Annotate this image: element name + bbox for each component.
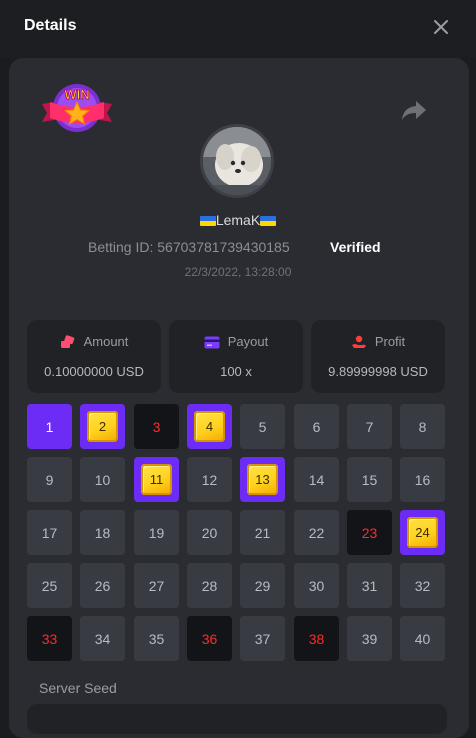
grid-cell-31[interactable]: 31 [347,563,392,608]
mines-grid: 1 2 3 4 5 6 7 8 9 10 11 12 13 14 15 16 17 18 19 20 21 22 23 24 2… [27,404,447,662]
gem-tile: 24 [407,517,438,548]
profit-value: 9.89999998 USD [328,364,428,379]
grid-cell-8[interactable]: 8 [400,404,445,449]
server-seed-field[interactable] [27,704,447,734]
betting-id-value: 56703781739430185 [157,239,290,255]
grid-cell-15[interactable]: 15 [347,457,392,502]
grid-cell-12[interactable]: 12 [187,457,232,502]
grid-cell-17[interactable]: 17 [27,510,72,555]
grid-cell-28[interactable]: 28 [187,563,232,608]
gem-tile: 4 [194,411,225,442]
gem-tile: 13 [247,464,278,495]
grid-cell-11[interactable]: 11 [134,457,179,502]
grid-cell-21[interactable]: 21 [240,510,285,555]
grid-cell-40[interactable]: 40 [400,616,445,661]
grid-cell-36[interactable]: 36 [187,616,232,661]
grid-cell-37[interactable]: 37 [240,616,285,661]
share-arrow-icon [402,101,426,120]
amount-label: Amount [27,334,161,349]
gem-tile: 11 [141,464,172,495]
modal-header: Details [0,0,476,58]
grid-cell-22[interactable]: 22 [294,510,339,555]
grid-cell-4[interactable]: 4 [187,404,232,449]
svg-text:WIN: WIN [64,87,89,102]
grid-cell-32[interactable]: 32 [400,563,445,608]
close-button[interactable] [428,14,454,40]
grid-cell-23[interactable]: 23 [347,510,392,555]
close-icon [434,20,448,34]
grid-cell-39[interactable]: 39 [347,616,392,661]
grid-cell-2[interactable]: 2 [80,404,125,449]
grid-cell-30[interactable]: 30 [294,563,339,608]
bet-datetime: 22/3/2022, 13:28:00 [184,265,292,279]
grid-cell-1[interactable]: 1 [27,404,72,449]
grid-cell-25[interactable]: 25 [27,563,72,608]
grid-cell-3[interactable]: 3 [134,404,179,449]
grid-cell-14[interactable]: 14 [294,457,339,502]
grid-cell-34[interactable]: 34 [80,616,125,661]
profit-label: Profit [311,334,445,349]
ukraine-flag-icon [199,216,216,226]
grid-cell-19[interactable]: 19 [134,510,179,555]
win-badge: WIN [40,82,114,140]
grid-cell-6[interactable]: 6 [294,404,339,449]
betting-id-label: Betting ID: [88,239,154,255]
grid-cell-38[interactable]: 38 [294,616,339,661]
coins-icon [60,335,74,348]
amount-card: Amount 0.10000000 USD [27,320,161,393]
grid-cell-16[interactable]: 16 [400,457,445,502]
win-badge-icon: WIN [42,84,112,132]
grid-cell-13[interactable]: 13 [240,457,285,502]
modal-title: Details [24,17,77,34]
user-avatar [200,124,274,198]
grid-cell-10[interactable]: 10 [80,457,125,502]
server-seed-label: Server Seed [39,680,117,696]
grid-cell-20[interactable]: 20 [187,510,232,555]
grid-cell-27[interactable]: 27 [134,563,179,608]
grid-cell-7[interactable]: 7 [347,404,392,449]
payout-value: 100 x [220,364,252,379]
grid-cell-26[interactable]: 26 [80,563,125,608]
gem-tile: 2 [87,411,118,442]
dog-photo [203,127,271,195]
grid-cell-35[interactable]: 35 [134,616,179,661]
grid-cell-5[interactable]: 5 [240,404,285,449]
share-button[interactable] [400,98,428,124]
grid-cell-33[interactable]: 33 [27,616,72,661]
amount-value: 0.10000000 USD [44,364,144,379]
ukraine-flag-icon [260,216,277,226]
hand-coin-icon [351,335,366,348]
payout-label: Payout [169,334,303,349]
betting-id: Betting ID: 56703781739430185 [88,239,290,255]
card-icon [204,336,220,349]
verified-badge: Verified [330,239,381,255]
grid-cell-18[interactable]: 18 [80,510,125,555]
username-text: LemaK [215,212,261,228]
grid-cell-29[interactable]: 29 [240,563,285,608]
profit-card: Profit 9.89999998 USD [311,320,445,393]
grid-cell-24[interactable]: 24 [400,510,445,555]
username: LemaK [0,212,476,228]
grid-cell-9[interactable]: 9 [27,457,72,502]
payout-card: Payout 100 x [169,320,303,393]
